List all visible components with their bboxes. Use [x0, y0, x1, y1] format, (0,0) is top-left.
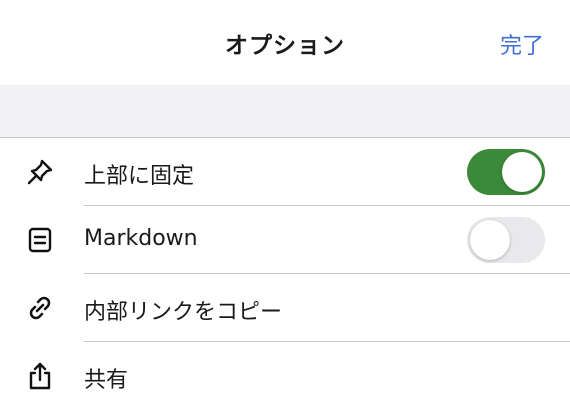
done-button[interactable]: 完了: [500, 28, 544, 60]
toggle-knob: [502, 152, 542, 192]
pin-icon: [24, 158, 56, 186]
option-label: 内部リンクをコピー: [84, 300, 283, 325]
markdown-toggle[interactable]: [467, 217, 545, 263]
option-label: 上部に固定: [84, 164, 195, 189]
share-icon: [24, 362, 56, 390]
options-list: 上部に固定 Markdown 内部リンクをコピー 共有: [0, 138, 570, 410]
options-screen: オプション 完了 上部に固定 Markdown 内部リンクをコピー 共有: [0, 0, 570, 411]
option-label: 共有: [84, 368, 129, 393]
toggle-knob: [470, 220, 510, 260]
option-pin-to-top[interactable]: 上部に固定: [0, 138, 570, 206]
option-markdown[interactable]: Markdown: [0, 206, 570, 274]
navigation-bar: オプション 完了: [0, 0, 570, 85]
option-label: Markdown: [84, 226, 198, 251]
document-icon: [24, 226, 56, 254]
page-title: オプション: [225, 33, 345, 59]
link-icon: [24, 294, 56, 322]
option-copy-internal-link[interactable]: 内部リンクをコピー: [0, 274, 570, 342]
option-share[interactable]: 共有: [0, 342, 570, 410]
section-spacer: [0, 85, 570, 138]
pin-to-top-toggle[interactable]: [467, 149, 545, 195]
